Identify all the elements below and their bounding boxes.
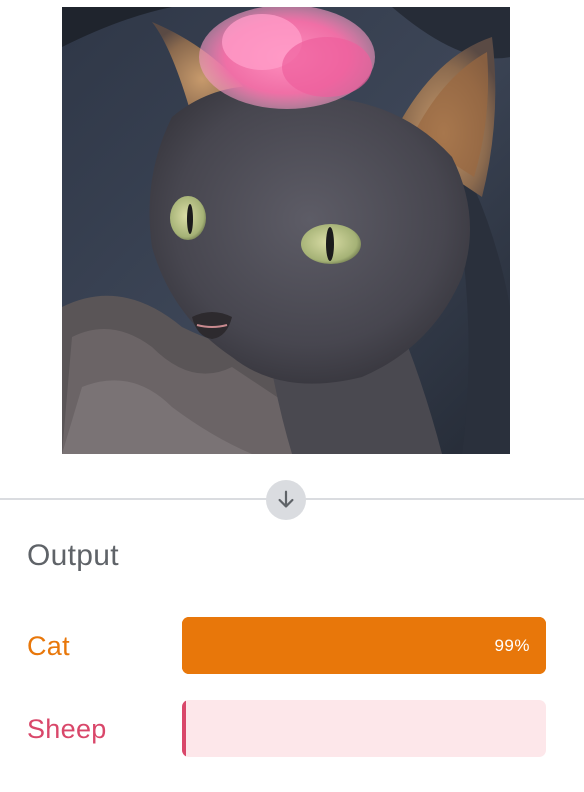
cat-photo — [62, 7, 510, 454]
score-bar-fill — [182, 700, 186, 757]
score-bar-track — [182, 700, 546, 757]
classifier-result-panel: Output Cat 99% Sheep — [0, 0, 584, 792]
score-bar-fill — [182, 617, 546, 674]
result-row-sheep: Sheep — [0, 700, 584, 758]
arrow-down-glyph — [278, 490, 294, 508]
arrow-down-icon — [266, 480, 306, 520]
result-label: Sheep — [27, 714, 107, 744]
output-title: Output — [27, 539, 119, 572]
result-label: Cat — [27, 631, 70, 661]
score-percent: 99% — [494, 636, 530, 655]
input-image — [62, 7, 510, 454]
result-row-cat: Cat 99% — [0, 617, 584, 675]
score-bar-track: 99% — [182, 617, 546, 674]
